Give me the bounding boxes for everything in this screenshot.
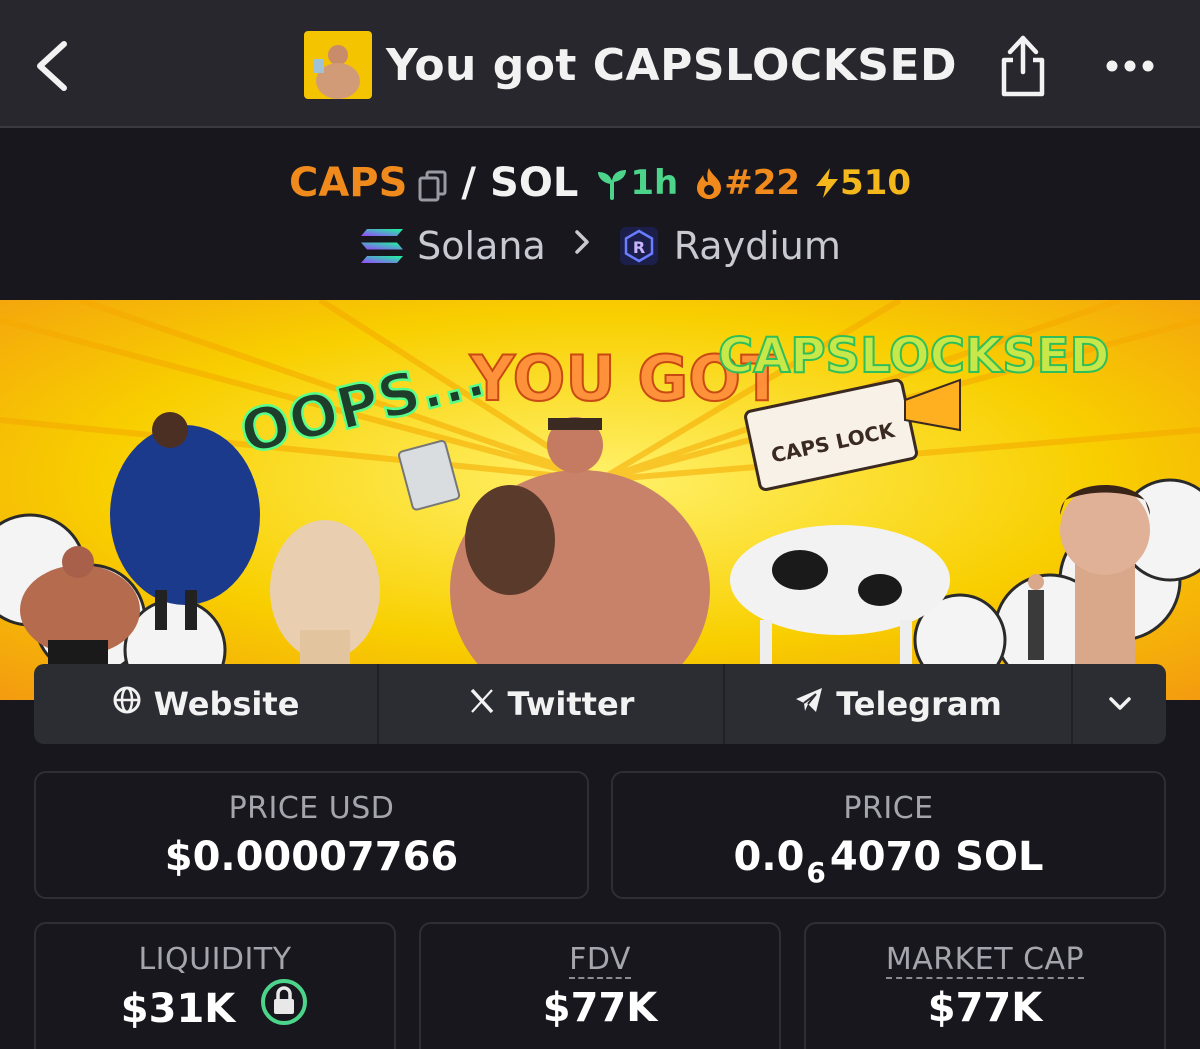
chevron-down-icon bbox=[1108, 697, 1131, 710]
pair-age: 1h bbox=[594, 163, 678, 203]
back-button[interactable] bbox=[30, 36, 80, 96]
dex-name: Raydium bbox=[673, 224, 841, 268]
token-banner-image: OOPS... YOU GOT CAPSLOCKSED CAPS LOCK bbox=[0, 300, 1200, 700]
seedling-icon bbox=[598, 170, 627, 200]
price-usd-label: PRICE USD bbox=[228, 791, 395, 826]
trending-rank[interactable]: #22 bbox=[694, 163, 800, 203]
market-cap-card: MARKET CAP $77K bbox=[804, 922, 1166, 1049]
telegram-icon bbox=[794, 685, 824, 723]
more-dots-icon bbox=[1106, 60, 1154, 72]
liquidity-label: LIQUIDITY bbox=[138, 942, 292, 977]
share-button[interactable] bbox=[996, 30, 1050, 100]
price-usd-card: PRICE USD $0.00007766 bbox=[34, 771, 589, 899]
price-native-label: PRICE bbox=[843, 791, 934, 826]
boost-count[interactable]: 510 bbox=[814, 163, 911, 203]
chain-name: Solana bbox=[417, 224, 546, 268]
quote-symbol: SOL bbox=[490, 160, 579, 206]
social-links-bar: Website Twitter Telegram bbox=[34, 664, 1166, 744]
boost-count-value: 510 bbox=[840, 163, 912, 203]
more-options-button[interactable] bbox=[1100, 48, 1160, 84]
price-native-zero-count: 6 bbox=[806, 856, 826, 889]
trending-rank-value: #22 bbox=[724, 163, 801, 203]
more-links-dropdown[interactable] bbox=[1073, 664, 1166, 744]
pair-header: CAPS / SOL 1h #22 510 Solana R Raydium bbox=[0, 130, 1200, 300]
twitter-button[interactable]: Twitter bbox=[379, 664, 725, 744]
route-line: Solana R Raydium bbox=[0, 218, 1200, 274]
token-avatar bbox=[304, 31, 372, 99]
liquidity-card: LIQUIDITY $31K bbox=[34, 922, 396, 1049]
page-title: You got CAPSLOCKSED bbox=[386, 39, 958, 91]
fdv-card: FDV $77K bbox=[419, 922, 781, 1049]
share-icon bbox=[1001, 35, 1045, 97]
globe-icon bbox=[112, 685, 142, 723]
price-usd-value: $0.00007766 bbox=[164, 834, 459, 880]
fdv-label[interactable]: FDV bbox=[569, 942, 631, 979]
title-group: You got CAPSLOCKSED bbox=[304, 30, 957, 100]
svg-text:CAPSLOCKSED: CAPSLOCKSED bbox=[718, 328, 1109, 384]
pair-line: CAPS / SOL 1h #22 510 bbox=[0, 156, 1200, 210]
lock-icon[interactable] bbox=[259, 977, 309, 1037]
base-symbol: CAPS bbox=[288, 160, 408, 206]
pair-separator: / bbox=[461, 160, 477, 206]
market-cap-label[interactable]: MARKET CAP bbox=[885, 942, 1085, 979]
price-native-card: PRICE 0.06 4070 SOL bbox=[611, 771, 1166, 899]
x-logo-icon bbox=[468, 685, 496, 723]
back-arrow-icon bbox=[37, 41, 67, 91]
svg-text:R: R bbox=[633, 238, 645, 257]
price-native-value: 0.06 4070 SOL bbox=[613, 834, 1164, 889]
flame-icon bbox=[697, 168, 722, 199]
website-button[interactable]: Website bbox=[34, 664, 379, 744]
website-label: Website bbox=[153, 685, 300, 723]
dex-link[interactable]: R Raydium bbox=[618, 224, 841, 268]
twitter-label: Twitter bbox=[507, 685, 635, 723]
liquidity-value-row: $31K bbox=[36, 979, 394, 1037]
chain-link[interactable]: Solana bbox=[359, 224, 546, 268]
solana-icon bbox=[361, 229, 404, 263]
price-native-suffix: 4070 SOL bbox=[829, 834, 1044, 880]
copy-icon[interactable] bbox=[417, 166, 449, 202]
top-bar: You got CAPSLOCKSED bbox=[0, 0, 1200, 128]
market-cap-value: $77K bbox=[927, 985, 1043, 1031]
pair-age-value: 1h bbox=[630, 163, 679, 203]
bolt-icon bbox=[816, 168, 839, 198]
chevron-right-icon bbox=[572, 227, 592, 265]
price-native-prefix: 0.0 bbox=[733, 834, 805, 880]
raydium-icon: R bbox=[619, 227, 658, 265]
telegram-label: Telegram bbox=[836, 685, 1002, 723]
liquidity-value: $31K bbox=[120, 986, 236, 1032]
fdv-value: $77K bbox=[542, 985, 658, 1031]
telegram-button[interactable]: Telegram bbox=[725, 664, 1073, 744]
